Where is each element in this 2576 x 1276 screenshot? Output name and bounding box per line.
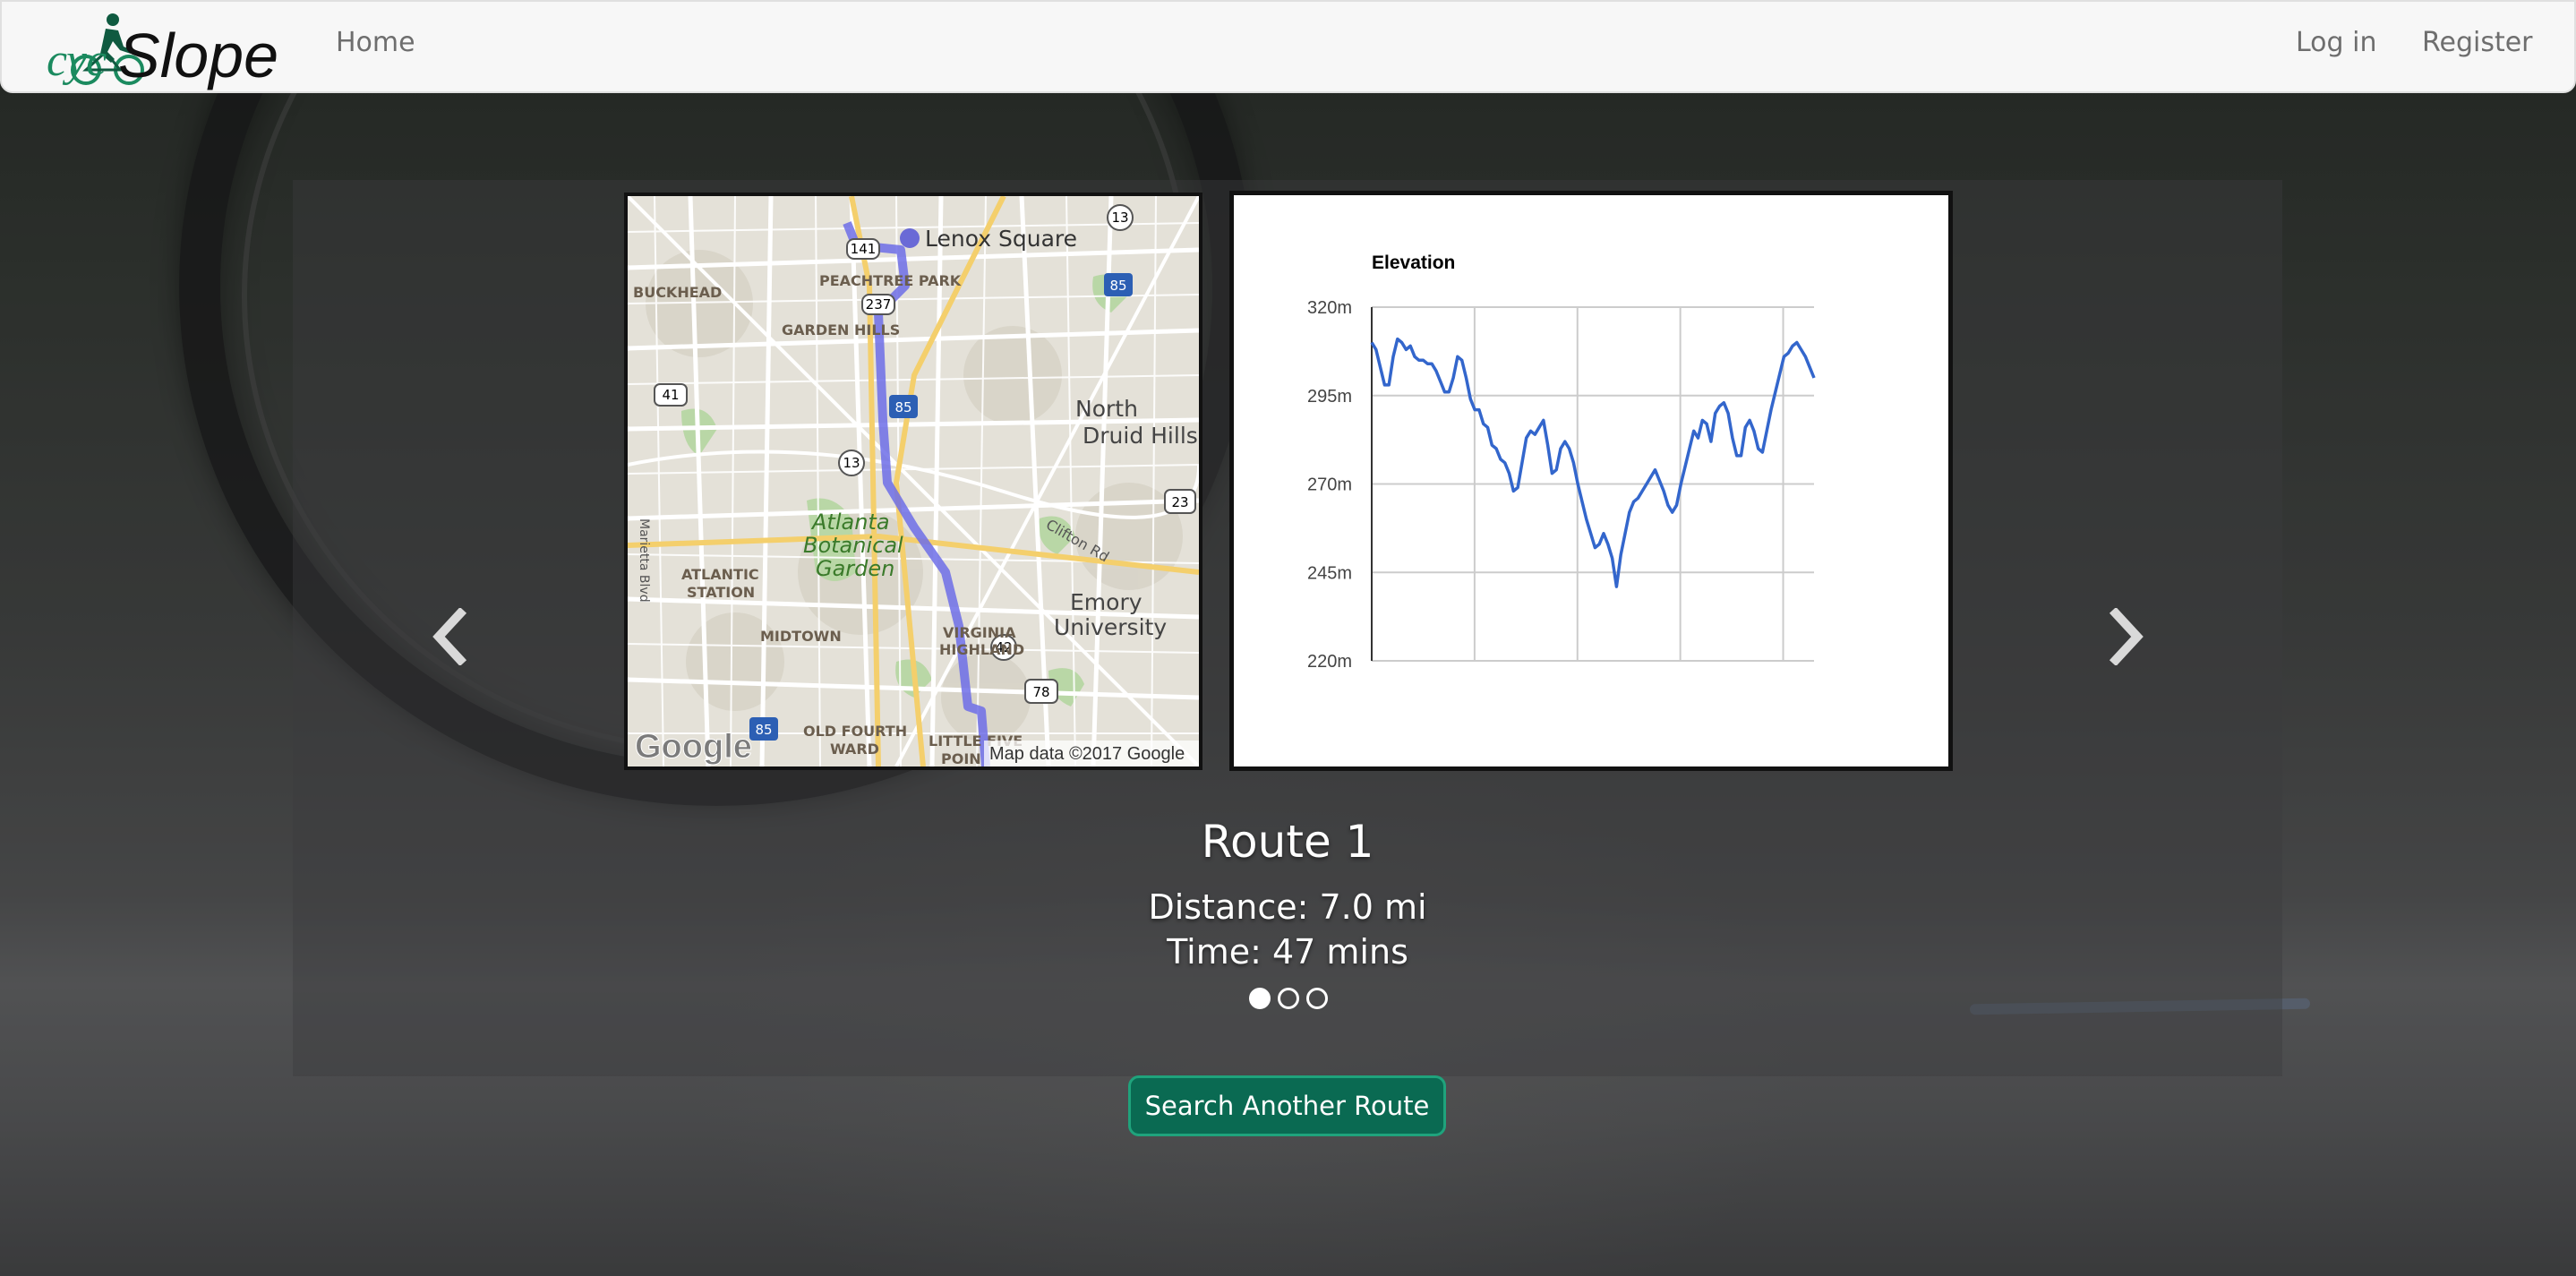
carousel-next-button[interactable] — [2091, 601, 2162, 672]
shield-237: 237 — [866, 296, 892, 313]
chart-y-tick-label: 295m — [1307, 387, 1352, 407]
shield-78: 78 — [1032, 684, 1049, 700]
shield-41: 41 — [662, 387, 679, 403]
map-label-druid-hills: Druid Hills — [1083, 423, 1198, 449]
chart-title: Elevation — [1372, 253, 1455, 273]
map-copyright: Map data ©2017 Google — [989, 744, 1185, 764]
map-label-highland: HIGHLAND — [939, 641, 1024, 658]
route-title: Route 1 — [1201, 816, 1374, 868]
chart-y-tick-label: 220m — [1307, 652, 1352, 672]
carousel-indicators — [1249, 988, 1328, 1009]
map-label-north: North — [1075, 396, 1138, 422]
nav-home-link[interactable]: Home — [336, 27, 415, 58]
map-label-university: University — [1054, 614, 1167, 640]
elevation-chart-svg: Elevation 320m 295m 270m 245m 220m — [1307, 253, 1816, 672]
map-label-buckhead: BUCKHEAD — [633, 284, 722, 301]
map-label-atlantic: ATLANTIC — [681, 566, 759, 583]
route-carousel: 141 237 13 85 41 13 23 42 78 85 85 Lenox… — [293, 180, 2282, 1076]
map-label-garden: Garden — [816, 556, 894, 581]
carousel-indicator-3[interactable] — [1306, 988, 1328, 1009]
shield-13-north: 13 — [1111, 210, 1128, 226]
map-label-virginia: VIRGINIA — [943, 624, 1016, 641]
brand-slope-text: Slope — [118, 21, 279, 90]
shield-13-south: 13 — [843, 455, 860, 471]
search-another-route-button[interactable]: Search Another Route — [1128, 1075, 1446, 1136]
chart-y-tick-label: 320m — [1307, 298, 1352, 318]
route-time: Time: 47 mins — [1167, 932, 1408, 972]
shield-141: 141 — [851, 241, 877, 257]
brand-logo[interactable]: cyc Slope — [45, 9, 278, 90]
map-label-marietta: Marietta Blvd — [637, 518, 651, 603]
navbar: cyc Slope Home Log in Register — [0, 0, 2576, 93]
route-map-svg: 141 237 13 85 41 13 23 42 78 85 85 Lenox… — [628, 196, 1199, 766]
brand-cyc-text: cyc — [47, 35, 107, 86]
map-label-botanical: Botanical — [803, 533, 903, 558]
carousel-prev-button[interactable] — [414, 601, 485, 672]
carousel-indicator-2[interactable] — [1278, 988, 1299, 1009]
map-label-lenox: Lenox Square — [925, 226, 1077, 252]
carousel-indicator-1[interactable] — [1249, 988, 1271, 1009]
lenox-pin-icon — [900, 228, 920, 248]
map-label-peachtree: PEACHTREE PARK — [819, 272, 962, 289]
svg-text:85: 85 — [894, 399, 911, 415]
map-label-atlanta: Atlanta — [810, 510, 890, 535]
chart-y-tick-label: 245m — [1307, 563, 1352, 583]
route-map[interactable]: 141 237 13 85 41 13 23 42 78 85 85 Lenox… — [624, 193, 1202, 770]
nav-register-link[interactable]: Register — [2422, 27, 2533, 58]
shield-23: 23 — [1171, 494, 1188, 510]
map-label-old-fourth: OLD FOURTH — [803, 723, 907, 740]
map-label-emory: Emory — [1070, 589, 1143, 615]
route-distance: Distance: 7.0 mi — [1148, 887, 1427, 927]
shield-85-north: 85 — [1109, 278, 1126, 294]
map-label-garden-hills: GARDEN HILLS — [782, 321, 900, 338]
map-label-ward: WARD — [830, 741, 879, 758]
map-label-midtown: MIDTOWN — [760, 628, 842, 645]
chart-y-tick-label: 270m — [1307, 475, 1352, 495]
map-label-point: POIN — [941, 750, 981, 766]
elevation-chart: Elevation 320m 295m 270m 245m 220m — [1229, 191, 1953, 771]
chevron-right-icon — [2109, 608, 2144, 665]
shield-85-south: 85 — [755, 722, 772, 738]
nav-login-link[interactable]: Log in — [2296, 27, 2376, 58]
chevron-left-icon — [432, 608, 467, 665]
google-logo: Google — [635, 728, 752, 766]
map-label-station: STATION — [687, 584, 755, 601]
chart-series-line-1 — [1370, 337, 1816, 588]
